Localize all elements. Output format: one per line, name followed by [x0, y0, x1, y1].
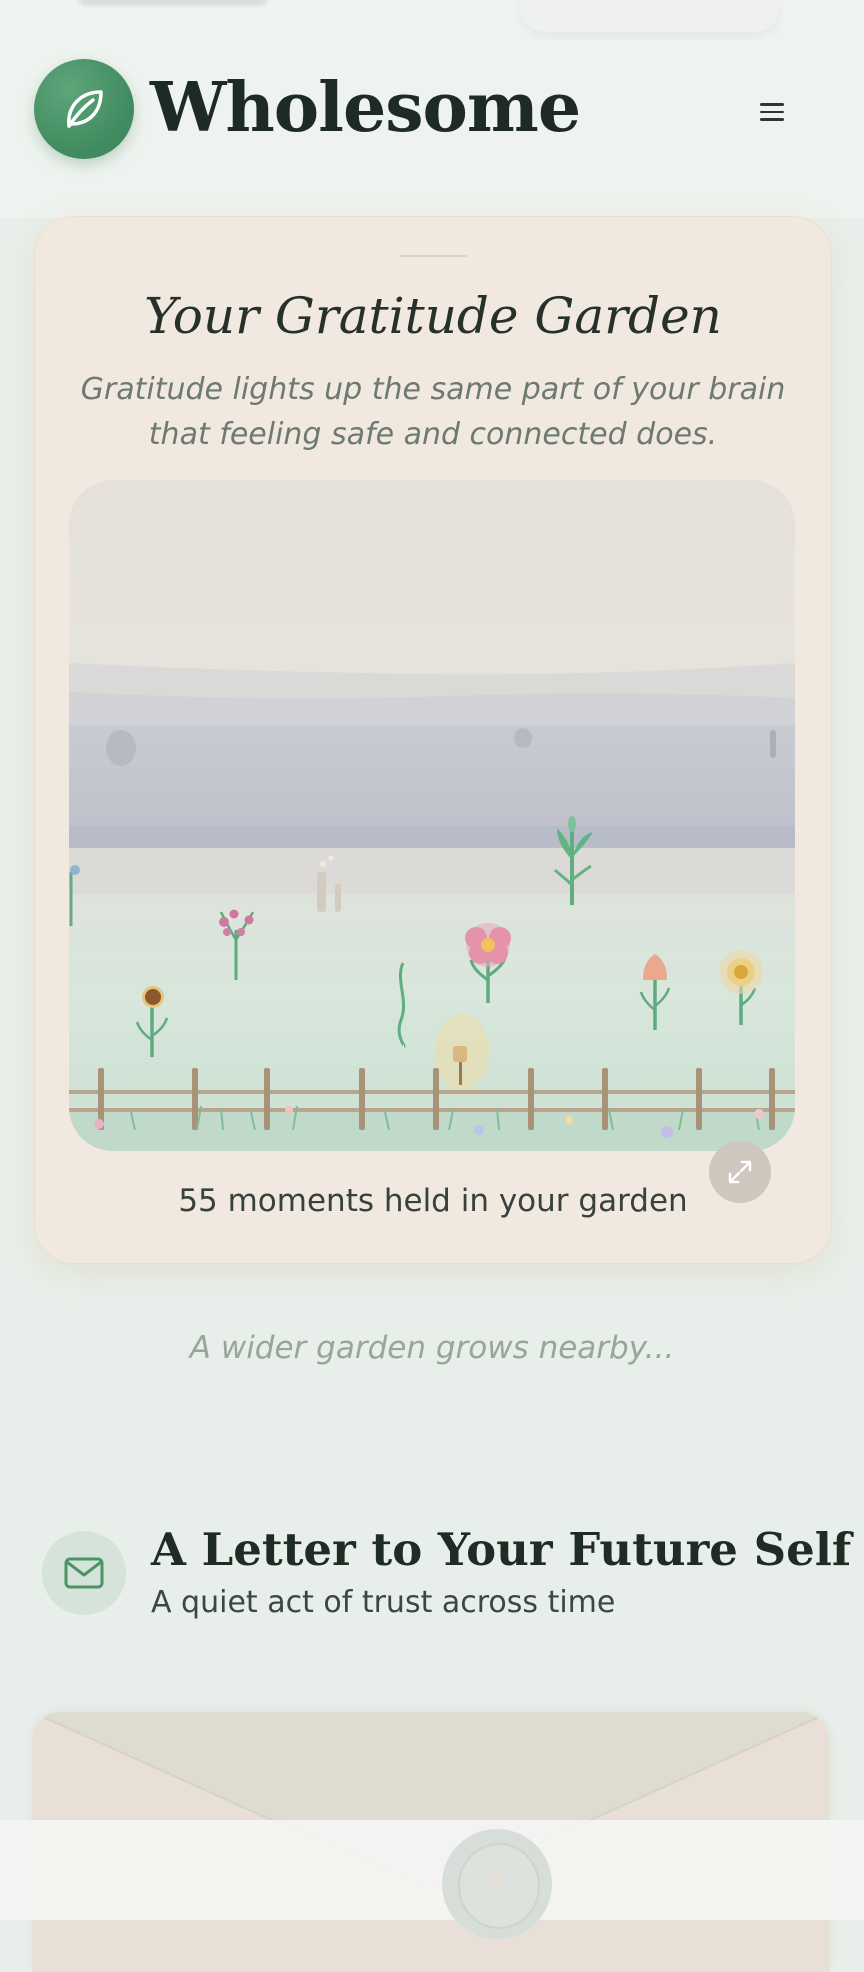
moments-count: 55 moments held in your garden	[178, 1183, 688, 1219]
gratitude-garden-card: Your Gratitude Garden Gratitude lights u…	[34, 216, 832, 1264]
brand-name: Wholesome	[150, 68, 581, 148]
menu-button[interactable]	[752, 94, 792, 130]
partial-text	[78, 0, 268, 6]
gratitude-title: Your Gratitude Garden	[144, 287, 722, 345]
garden-scene	[69, 480, 795, 1151]
letter-icon-badge	[42, 1531, 126, 1615]
letter-title: A Letter to Your Future Self	[151, 1523, 852, 1576]
leaf-icon	[67, 90, 103, 128]
card-handle	[399, 255, 467, 257]
seal-mark	[493, 1869, 501, 1893]
partial-pill	[520, 0, 780, 32]
hamburger-icon	[752, 94, 792, 121]
letter-subtitle: A quiet act of trust across time	[151, 1585, 616, 1620]
expand-icon	[728, 1160, 752, 1184]
bottom-overlay	[0, 1820, 864, 1920]
garden-illustration[interactable]	[69, 480, 795, 1151]
mail-icon	[64, 1557, 104, 1589]
seal-button[interactable]	[442, 1829, 552, 1939]
logo[interactable]	[34, 59, 134, 159]
app-header: Wholesome	[0, 40, 864, 218]
gratitude-subtitle: Gratitude lights up the same part of you…	[80, 372, 786, 452]
wider-garden-hint: A wider garden grows nearby...	[189, 1330, 675, 1366]
